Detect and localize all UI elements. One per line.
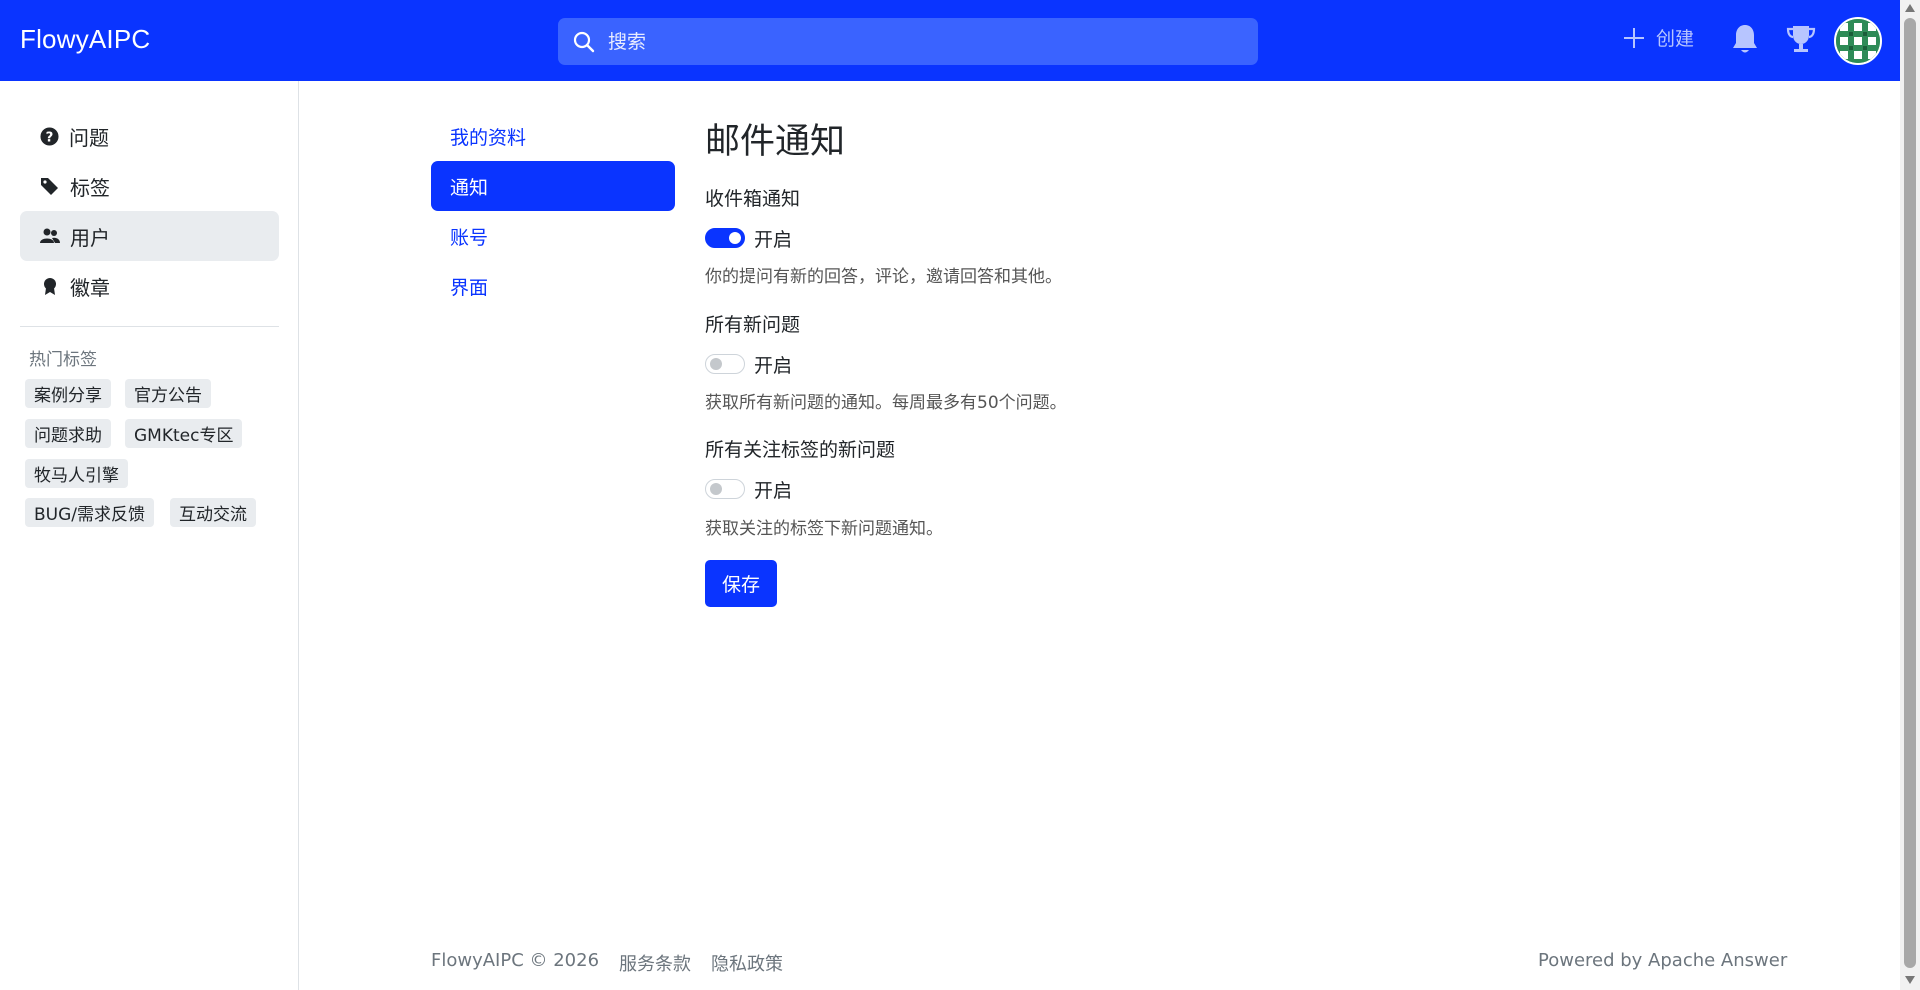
hot-tag[interactable]: 互动交流 xyxy=(170,498,256,527)
footer-powered-by[interactable]: Powered by Apache Answer xyxy=(1538,950,1787,971)
top-navbar: FlowyAIPC 创建 xyxy=(0,0,1900,81)
avatar-pattern-icon xyxy=(1836,19,1880,63)
inbox-notify-switch-label[interactable]: 开启 xyxy=(754,225,792,252)
scroll-down-arrow-icon[interactable] xyxy=(1905,976,1915,984)
brand-logo[interactable]: FlowyAIPC xyxy=(20,24,150,55)
settings-nav-profile[interactable]: 我的资料 xyxy=(431,111,675,161)
page-scrollbar[interactable] xyxy=(1900,0,1920,990)
sidebar-divider xyxy=(20,326,279,327)
svg-text:?: ? xyxy=(46,130,54,145)
create-label: 创建 xyxy=(1656,28,1695,50)
all-new-questions-help: 获取所有新问题的通知。每周最多有50个问题。 xyxy=(705,393,1067,413)
hot-tag[interactable]: 案例分享 xyxy=(25,379,111,408)
search-icon xyxy=(573,31,595,52)
hot-tag[interactable]: BUG/需求反馈 xyxy=(25,498,155,527)
toggle-knob xyxy=(710,358,722,370)
hot-tag[interactable]: GMKtec专区 xyxy=(125,419,243,448)
footer-privacy-link[interactable]: 隐私政策 xyxy=(711,950,783,976)
scrollbar-thumb[interactable] xyxy=(1904,18,1916,968)
inbox-notify-label: 收件箱通知 xyxy=(705,188,801,210)
search-input[interactable] xyxy=(608,30,1208,53)
page-title: 邮件通知 xyxy=(705,122,846,162)
followed-tags-toggle[interactable] xyxy=(705,479,745,499)
hot-tag[interactable]: 牧马人引擎 xyxy=(25,459,128,488)
award-icon xyxy=(44,278,56,295)
hot-tags-title: 热门标签 xyxy=(29,350,97,370)
settings-nav-notifications[interactable]: 通知 xyxy=(431,161,675,211)
save-button[interactable]: 保存 xyxy=(705,560,777,607)
footer-copyright: FlowyAIPC © 2026 xyxy=(431,950,600,971)
sidebar-item-label: 徽章 xyxy=(70,275,110,300)
bell-icon[interactable] xyxy=(1731,23,1759,55)
toggle-knob xyxy=(710,483,722,495)
tags-icon xyxy=(41,178,58,195)
settings-nav-interface[interactable]: 界面 xyxy=(431,261,675,311)
all-new-questions-toggle[interactable] xyxy=(705,354,745,374)
settings-nav-account[interactable]: 账号 xyxy=(431,211,675,261)
left-sidebar: ? 问题 标签 用户 徽章 热门标签 案例分享 官方公告 问题求助 GMKtec… xyxy=(0,81,299,990)
search-box[interactable] xyxy=(558,18,1258,65)
plus-icon xyxy=(1624,27,1644,48)
trophy-icon[interactable] xyxy=(1785,23,1817,55)
create-button[interactable]: 创建 xyxy=(1622,24,1694,51)
all-new-questions-switch-label[interactable]: 开启 xyxy=(754,351,792,378)
inbox-notify-toggle[interactable] xyxy=(705,228,745,248)
scroll-up-arrow-icon[interactable] xyxy=(1905,4,1915,12)
footer-links: FlowyAIPC © 2026 服务条款 隐私政策 xyxy=(431,950,783,976)
all-new-questions-label: 所有新问题 xyxy=(705,314,801,336)
hot-tag[interactable]: 问题求助 xyxy=(25,419,111,448)
inbox-notify-help: 你的提问有新的回答，评论，邀请回答和其他。 xyxy=(705,267,1062,287)
sidebar-item-tags[interactable]: 标签 xyxy=(20,161,279,211)
sidebar-item-users[interactable]: 用户 xyxy=(20,211,279,261)
hot-tag[interactable]: 官方公告 xyxy=(125,379,211,408)
followed-tags-help: 获取关注的标签下新问题通知。 xyxy=(705,519,943,539)
followed-tags-label: 所有关注标签的新问题 xyxy=(705,439,896,461)
sidebar-item-badges[interactable]: 徽章 xyxy=(20,261,279,311)
sidebar-item-label: 问题 xyxy=(69,125,109,150)
sidebar-item-questions[interactable]: ? 问题 xyxy=(20,111,279,161)
question-circle-icon: ? xyxy=(40,126,59,146)
sidebar-item-label: 标签 xyxy=(70,175,110,200)
footer-terms-link[interactable]: 服务条款 xyxy=(619,950,691,976)
sidebar-item-label: 用户 xyxy=(70,225,110,250)
toggle-knob xyxy=(729,232,741,244)
people-icon xyxy=(40,228,60,243)
followed-tags-switch-label[interactable]: 开启 xyxy=(754,476,792,503)
user-avatar[interactable] xyxy=(1834,17,1882,65)
